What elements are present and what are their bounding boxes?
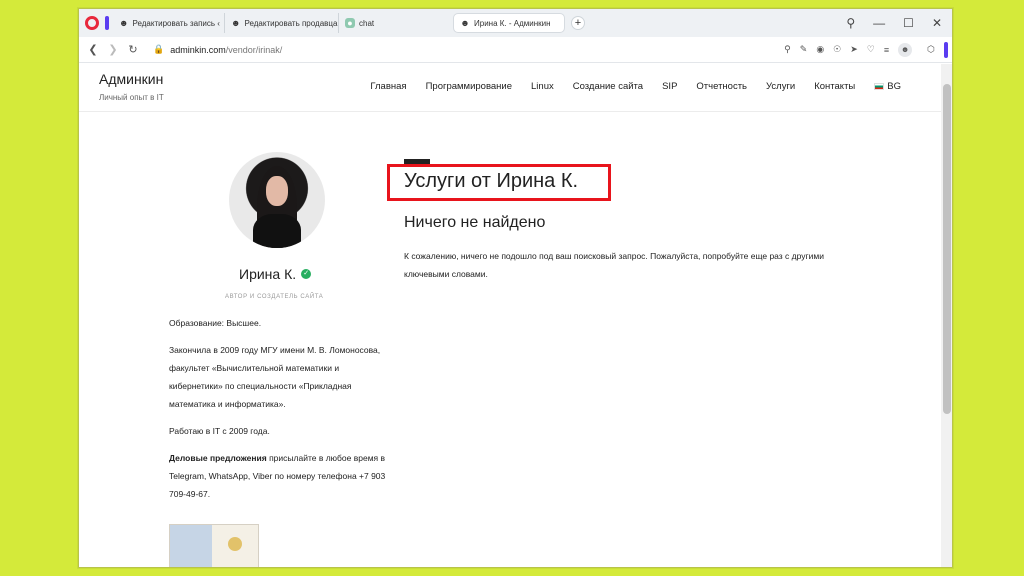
author-photo xyxy=(229,152,325,248)
page-scrollbar[interactable] xyxy=(941,64,952,567)
shield-icon[interactable]: ☉ xyxy=(833,44,841,55)
menu-item-site-creation[interactable]: Создание сайта xyxy=(573,81,643,92)
search-icon[interactable]: ⚲ xyxy=(784,44,791,55)
edit-icon[interactable]: ✎ xyxy=(800,44,808,55)
menu-item-home[interactable]: Главная xyxy=(370,81,406,92)
send-icon[interactable]: ➤ xyxy=(850,44,858,55)
tab-chat[interactable]: ● chat xyxy=(339,13,447,33)
tab-label: chat xyxy=(359,18,375,28)
menu-icon[interactable]: ≡ xyxy=(884,45,889,55)
url-path: /vendor/irinak/ xyxy=(225,44,283,55)
url-field[interactable]: 🔒 adminkin.com/vendor/irinak/ xyxy=(153,44,282,55)
tab-label: Ирина К. - Админкин xyxy=(474,18,551,28)
web-page: Админкин Личный опыт в IT Главная Програ… xyxy=(79,64,941,567)
menu-item-reporting[interactable]: Отчетность xyxy=(696,81,747,92)
diploma-seal xyxy=(228,537,242,551)
language-label: BG xyxy=(887,81,901,92)
photo-body xyxy=(253,214,301,248)
browser-window: ☻ Редактировать запись ‹ ☻ Редактировать… xyxy=(78,8,953,568)
menu-item-services[interactable]: Услуги xyxy=(766,81,795,92)
url-host: adminkin.com xyxy=(170,44,226,55)
minimize-icon[interactable]: — xyxy=(873,16,885,30)
search-tabs-icon[interactable]: ⚲ xyxy=(846,16,855,30)
reload-icon[interactable]: ↻ xyxy=(123,43,143,56)
new-tab-button[interactable]: + xyxy=(571,16,585,30)
site-subtitle: Личный опыт в IT xyxy=(99,93,164,102)
user-icon: ☻ xyxy=(231,18,241,28)
author-bio: Образование: Высшее. Закончила в 2009 го… xyxy=(169,314,391,512)
camera-icon[interactable]: ◉ xyxy=(816,44,824,55)
diploma-image[interactable] xyxy=(169,524,259,567)
bulgaria-flag-icon xyxy=(874,82,885,90)
bio-university: Закончила в 2009 году МГУ имени М. В. Ло… xyxy=(169,345,381,409)
main-menu: Главная Программирование Linux Создание … xyxy=(370,81,901,92)
author-name: Ирина К. xyxy=(239,266,297,282)
bio-education: Образование: Высшее. xyxy=(169,318,262,328)
site-header: Админкин Личный опыт в IT Главная Програ… xyxy=(79,64,941,112)
chat-icon: ● xyxy=(345,18,355,28)
author-name-row: Ирина К. ✓ xyxy=(239,266,312,282)
author-role: АВТОР И СОЗДАТЕЛЬ САЙТА xyxy=(225,294,324,300)
highlight-annotation xyxy=(387,164,611,201)
site-brand[interactable]: Админкин Личный опыт в IT xyxy=(99,71,164,102)
lock-icon: 🔒 xyxy=(153,44,165,54)
close-icon[interactable]: ✕ xyxy=(932,16,942,30)
tab-irina[interactable]: ☻ Ирина К. - Админкин xyxy=(453,13,565,33)
sidebar-pill-icon xyxy=(105,16,109,30)
menu-item-contacts[interactable]: Контакты xyxy=(814,81,855,92)
profile-icon[interactable]: ☻ xyxy=(898,42,913,57)
nothing-found-message: К сожалению, ничего не подошло под ваш п… xyxy=(404,251,824,279)
window-controls: ⚲ — ☐ ✕ xyxy=(846,16,952,30)
scrollbar-thumb[interactable] xyxy=(943,84,951,414)
tab-edit-post[interactable]: ☻ Редактировать запись ‹ xyxy=(113,13,225,33)
bio-offer: Деловые предложения присылайте в любое в… xyxy=(169,449,391,503)
verified-check-icon: ✓ xyxy=(301,269,312,279)
tab-bar: ☻ Редактировать запись ‹ ☻ Редактировать… xyxy=(79,9,952,37)
maximize-icon[interactable]: ☐ xyxy=(903,16,914,30)
forward-icon[interactable]: ❯ xyxy=(103,43,123,56)
tab-label: Редактировать продавца xyxy=(244,18,338,28)
opera-logo-icon[interactable] xyxy=(85,16,99,30)
sidebar-pill-icon xyxy=(944,41,948,58)
nothing-found-heading: Ничего не найдено xyxy=(404,214,546,231)
address-bar: ❮ ❯ ↻ 🔒 adminkin.com/vendor/irinak/ ⚲ ✎ … xyxy=(79,37,952,63)
language-switch[interactable]: BG xyxy=(874,81,901,92)
heart-icon[interactable]: ♡ xyxy=(867,44,875,55)
tab-label: Редактировать запись ‹ xyxy=(132,18,220,28)
extension-cube-icon[interactable]: ⬡ xyxy=(927,44,935,55)
toolbar-icons: ⚲ ✎ ◉ ☉ ➤ ♡ ≡ ☻ ⬡ xyxy=(784,41,952,58)
user-icon: ☻ xyxy=(460,18,470,28)
menu-item-sip[interactable]: SIP xyxy=(662,81,677,92)
bio-offer-bold: Деловые предложения xyxy=(169,453,267,463)
bio-experience: Работаю в IT с 2009 года. xyxy=(169,426,270,436)
menu-item-linux[interactable]: Linux xyxy=(531,81,554,92)
back-icon[interactable]: ❮ xyxy=(83,43,103,56)
tab-edit-vendor[interactable]: ☻ Редактировать продавца xyxy=(225,13,339,33)
menu-item-programming[interactable]: Программирование xyxy=(426,81,512,92)
photo-face xyxy=(266,176,288,206)
site-title[interactable]: Админкин xyxy=(99,71,164,87)
user-icon: ☻ xyxy=(119,18,129,28)
